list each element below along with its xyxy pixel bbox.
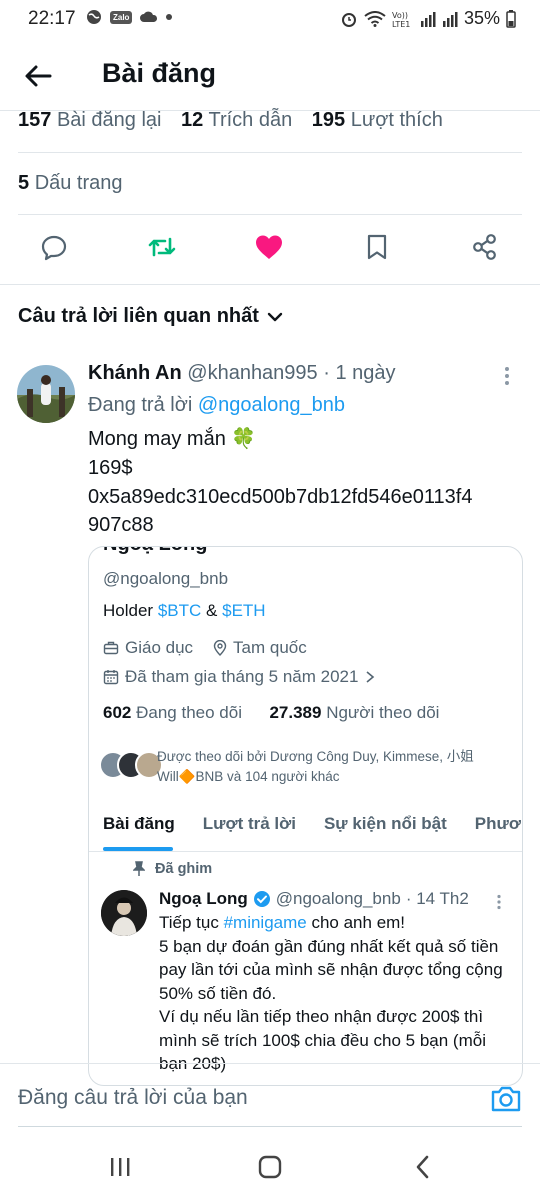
card-joined-row: Đã tham gia tháng 5 năm 2021 <box>103 667 376 687</box>
reply-text-line-3: 0x5a89edc310ecd500b7db12fd546e0113f4 <box>88 486 473 508</box>
chevron-down-icon <box>267 312 283 321</box>
bookmark-button[interactable] <box>360 230 394 264</box>
reply-input[interactable]: Đăng câu trả lời của bạn <box>18 1086 248 1110</box>
chevron-left-icon <box>416 1155 429 1179</box>
compose-bar: Đăng câu trả lời của bạn <box>0 1063 540 1127</box>
calendar-icon <box>103 670 119 685</box>
svg-text:LTE1: LTE1 <box>392 20 410 28</box>
arrow-left-icon <box>25 65 52 87</box>
card-profile-meta: Giáo dục Tam quốc <box>103 638 307 658</box>
card-follow-stats: 602 Đang theo dõi 27.389 Người theo dõi <box>103 703 440 722</box>
stats-divider <box>18 152 522 153</box>
card-tab-replies: Lượt trả lời <box>202 814 296 833</box>
repost-icon <box>148 237 176 257</box>
reply-author-name[interactable]: Khánh An <box>88 362 182 384</box>
reply-text-line-4: 907c88 <box>88 514 154 536</box>
card-profile-name: Ngoạ Long <box>103 547 207 556</box>
actions-divider <box>0 284 540 285</box>
camera-icon <box>491 1086 521 1112</box>
card-tab-highlights: Sự kiện nổi bật <box>323 814 447 833</box>
globe-icon <box>86 9 102 25</box>
svg-text:Vo)): Vo)) <box>392 11 408 20</box>
avatar[interactable] <box>17 365 75 423</box>
more-vertical-icon <box>505 367 509 385</box>
card-tabs: Bài đăng Lượt trả lời Sự kiện nổi bật Ph… <box>103 814 522 834</box>
card-tab-media: Phương <box>474 814 522 833</box>
card-pinned-label: Đã ghim <box>133 861 212 877</box>
replies-sort-label: Câu trả lời liên quan nhất <box>18 305 259 327</box>
verified-badge-icon <box>253 891 270 907</box>
home-button[interactable] <box>255 1152 285 1182</box>
attached-image-card[interactable]: Ngoạ Long @ngoalong_bnb Holder $BTC & $E… <box>88 546 523 1086</box>
zalo-icon: Zalo <box>110 10 133 24</box>
card-post-text: Tiếp tục #minigame cho anh em! 5 bạn dự … <box>159 913 503 1073</box>
status-time: 22:17 <box>28 8 76 29</box>
quotes-stat[interactable]: 12 Trích dẫn <box>181 109 292 131</box>
reply-time: · 1 ngày <box>323 362 396 384</box>
more-options-button[interactable] <box>503 366 511 386</box>
pin-icon <box>133 861 145 876</box>
camera-button[interactable] <box>490 1084 522 1114</box>
dot-icon <box>166 14 173 20</box>
wifi-icon <box>364 10 386 27</box>
battery-icon <box>506 9 516 28</box>
status-bar: 22:17 Zalo Vo)) LTE1 35% <box>0 0 540 40</box>
card-profile-handle: @ngoalong_bnb <box>103 569 229 588</box>
share-icon <box>473 234 496 260</box>
alarm-icon <box>340 10 358 28</box>
volte-icon: Vo)) LTE1 <box>392 10 414 28</box>
bookmarks-divider <box>18 214 522 215</box>
battery-percent: 35% <box>463 8 500 28</box>
replies-sort-dropdown[interactable]: Câu trả lời liên quan nhất <box>18 305 283 328</box>
replying-to-link[interactable]: @ngoalong_bnb <box>198 394 345 416</box>
location-pin-icon <box>213 640 227 656</box>
card-post-more-icon <box>496 894 502 910</box>
home-icon <box>258 1155 282 1179</box>
recent-apps-button[interactable] <box>105 1152 135 1182</box>
cloud-icon <box>140 11 158 23</box>
briefcase-icon <box>103 641 119 655</box>
card-tabs-divider <box>89 851 522 852</box>
reposts-stat[interactable]: 157 Bài đăng lại <box>18 109 161 131</box>
card-followed-by-avatars <box>99 751 163 779</box>
repost-button[interactable] <box>145 230 179 264</box>
reply-author-handle[interactable]: @khanhan995 <box>187 362 317 384</box>
card-post-avatar <box>101 890 147 936</box>
reply-text-line-2: 169$ <box>88 457 133 479</box>
header: Bài đăng <box>0 44 540 106</box>
system-nav-bar <box>0 1138 540 1200</box>
signal-icon-2 <box>442 11 458 27</box>
reply-button[interactable] <box>37 230 71 264</box>
card-tab-posts: Bài đăng <box>103 814 175 833</box>
system-back-button[interactable] <box>408 1152 438 1182</box>
compose-underline <box>18 1126 522 1127</box>
heart-icon <box>256 235 282 259</box>
likes-stat[interactable]: 195 Lượt thích <box>312 109 443 131</box>
reply-text-line-1: Mong may mắn 🍀 <box>88 428 257 450</box>
share-button[interactable] <box>468 230 502 264</box>
card-followed-by: Được theo dõi bởi Dương Công Duy, Kimmes… <box>157 749 474 784</box>
page-title: Bài đăng <box>102 58 217 88</box>
back-button[interactable] <box>20 58 56 94</box>
comment-icon <box>41 235 67 261</box>
stats-row: 157 Bài đăng lại 12 Trích dẫn 195 Lượt t… <box>18 109 457 132</box>
replying-to: Đang trả lời @ngoalong_bnb <box>88 394 345 416</box>
card-post-header: Ngoạ Long @ngoalong_bnb · 14 Th2 <box>159 889 469 908</box>
bookmark-icon <box>367 234 387 260</box>
recent-apps-icon <box>111 1158 130 1176</box>
bookmarks-stat[interactable]: 5 Dấu trang <box>18 172 123 195</box>
reply-header: Khánh An @khanhan995 · 1 ngày <box>88 362 396 385</box>
card-profile-bio: Holder $BTC & $ETH <box>103 601 266 620</box>
like-button[interactable] <box>252 230 286 264</box>
signal-icon <box>420 11 436 27</box>
chevron-right-icon <box>366 671 375 683</box>
